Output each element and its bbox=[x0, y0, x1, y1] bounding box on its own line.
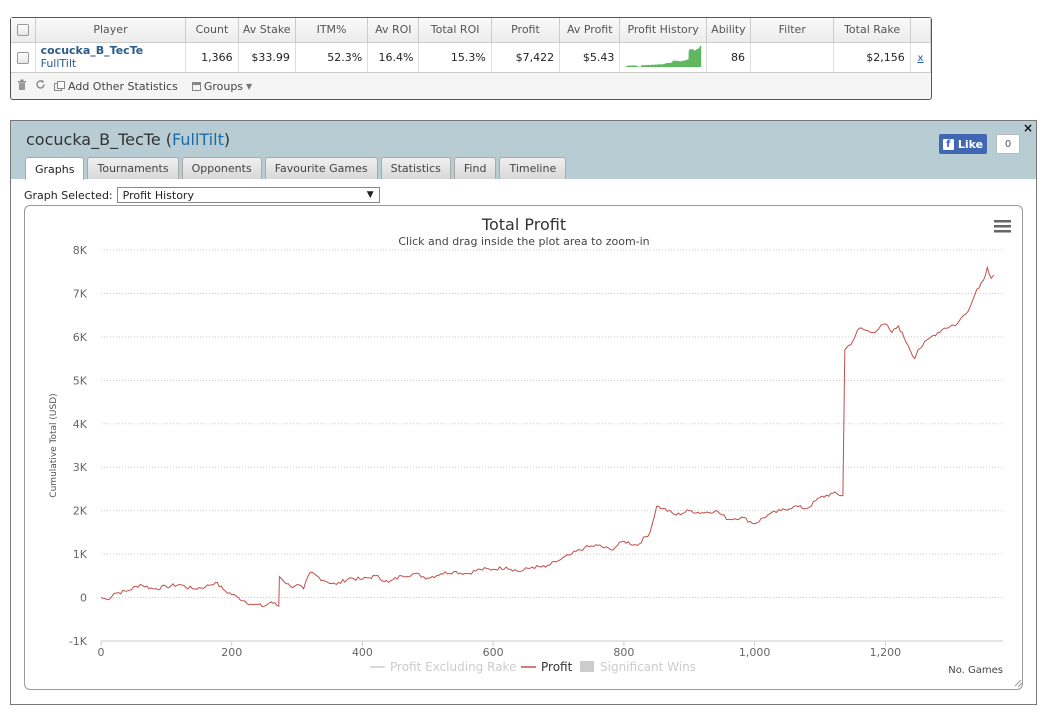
x-tick-label: 200 bbox=[221, 646, 242, 659]
cell-count: 1,366 bbox=[185, 42, 239, 73]
add-stats-icon bbox=[54, 81, 65, 91]
tab-graphs[interactable]: Graphs bbox=[25, 157, 85, 180]
column-header-total-rake[interactable]: Total Rake bbox=[833, 18, 911, 43]
window-site-link[interactable]: FullTilt bbox=[172, 130, 224, 149]
profit-sparkline bbox=[625, 44, 702, 67]
chevron-down-icon: ▼ bbox=[246, 81, 253, 91]
window-header: cocucka_B_TecTe (FullTilt) × f Like 0 Gr… bbox=[11, 121, 1036, 180]
cell-total-rake: $2,156 bbox=[833, 42, 911, 73]
column-header-empty bbox=[910, 18, 932, 43]
y-tick-label: 0 bbox=[80, 592, 87, 605]
table-row: cocucka_B_TecTe FullTilt 1,366 $33.99 52… bbox=[11, 42, 932, 73]
cell-filter bbox=[750, 42, 835, 73]
cell-av-roi: 16.4% bbox=[367, 42, 420, 73]
cell-total-roi: 15.3% bbox=[418, 42, 492, 73]
groups-icon bbox=[191, 81, 201, 91]
refresh-icon[interactable] bbox=[35, 79, 46, 93]
facebook-icon: f bbox=[942, 138, 954, 150]
sparkline-area bbox=[625, 44, 702, 67]
chart-title: Total Profit bbox=[481, 215, 566, 234]
tab-statistics[interactable]: Statistics bbox=[380, 157, 451, 179]
facebook-like-button[interactable]: f Like bbox=[939, 134, 987, 154]
player-window: cocucka_B_TecTe (FullTilt) × f Like 0 Gr… bbox=[10, 120, 1037, 705]
x-tick-label: 800 bbox=[613, 646, 634, 659]
column-header-av-profit[interactable]: Av Profit bbox=[559, 18, 621, 43]
stats-panel: Player Count Av Stake ITM% Av ROI Total … bbox=[10, 17, 932, 100]
add-other-statistics-label: Add Other Statistics bbox=[68, 79, 178, 93]
graph-select-dropdown[interactable]: Profit History ▼ bbox=[116, 187, 380, 203]
trash-icon[interactable] bbox=[17, 79, 27, 93]
cell-profit-history bbox=[619, 42, 707, 73]
total-profit-chart[interactable]: Total ProfitClick and drag inside the pl… bbox=[25, 206, 1023, 690]
x-tick-label: 1,000 bbox=[739, 646, 771, 659]
cell-ability: 86 bbox=[706, 42, 752, 73]
remove-row-link[interactable]: x bbox=[917, 53, 923, 64]
x-tick-label: 0 bbox=[98, 646, 105, 659]
window-close-paren: ) bbox=[223, 130, 231, 149]
column-header-av-roi[interactable]: Av ROI bbox=[367, 18, 420, 43]
player-site-link[interactable]: FullTilt bbox=[41, 57, 181, 70]
y-tick-label: 8K bbox=[73, 244, 88, 257]
cell-av-stake: $33.99 bbox=[238, 42, 296, 73]
y-axis-label: Cumulative Total (USD) bbox=[49, 393, 59, 497]
window-title: cocucka_B_TecTe (FullTilt) bbox=[26, 130, 230, 149]
column-header-profit-history[interactable]: Profit History bbox=[619, 18, 707, 43]
groups-dropdown[interactable]: Groups ▼ bbox=[191, 79, 253, 93]
y-tick-label: 6K bbox=[73, 331, 88, 344]
graph-select-value: Profit History bbox=[122, 188, 194, 202]
window-player-name: cocucka_B_TecTe bbox=[26, 130, 161, 149]
chart-subtitle: Click and drag inside the plot area to z… bbox=[398, 235, 649, 248]
y-tick-label: 2K bbox=[73, 505, 88, 518]
graph-select-row: Graph Selected: Profit History ▼ bbox=[24, 187, 380, 203]
tab-tournaments[interactable]: Tournaments bbox=[87, 157, 179, 179]
row-checkbox[interactable] bbox=[11, 42, 36, 73]
graph-selected-label: Graph Selected: bbox=[24, 188, 113, 202]
player-name-link[interactable]: cocucka_B_TecTe bbox=[41, 44, 181, 57]
add-other-statistics-button[interactable]: Add Other Statistics bbox=[54, 80, 178, 93]
column-header-count[interactable]: Count bbox=[185, 18, 239, 43]
x-tick-label: 400 bbox=[352, 646, 373, 659]
close-icon[interactable]: × bbox=[1023, 121, 1033, 135]
column-header-total-roi[interactable]: Total ROI bbox=[418, 18, 492, 43]
tab-timeline[interactable]: Timeline bbox=[499, 157, 567, 179]
y-tick-label: 4K bbox=[73, 418, 88, 431]
select-all-checkbox[interactable] bbox=[11, 18, 36, 43]
dropdown-arrow-icon: ▼ bbox=[366, 190, 374, 200]
y-tick-label: 5K bbox=[73, 374, 88, 387]
like-count: 0 bbox=[996, 134, 1020, 154]
resize-handle-icon bbox=[1014, 679, 1022, 688]
x-tick-label: 1,200 bbox=[870, 646, 902, 659]
column-header-filter[interactable]: Filter bbox=[750, 18, 835, 43]
legend-profit: Profit bbox=[541, 660, 573, 674]
legend-significant-wins: Significant Wins bbox=[600, 660, 696, 674]
column-header-av-stake[interactable]: Av Stake bbox=[238, 18, 296, 43]
chart-menu-icon[interactable] bbox=[994, 220, 1011, 233]
y-tick-label: 3K bbox=[73, 461, 88, 474]
groups-label: Groups bbox=[203, 79, 244, 93]
like-label: Like bbox=[957, 137, 984, 151]
x-tick-label: 600 bbox=[483, 646, 504, 659]
column-header-player[interactable]: Player bbox=[35, 18, 187, 43]
column-header-itm[interactable]: ITM% bbox=[295, 18, 369, 43]
chart-container[interactable]: Total Profit Click and drag inside the pl… bbox=[24, 205, 1023, 690]
y-tick-label: -1K bbox=[69, 635, 88, 648]
tab-opponents[interactable]: Opponents bbox=[181, 157, 262, 179]
cell-av-profit: $5.43 bbox=[559, 42, 621, 73]
column-header-profit[interactable]: Profit bbox=[491, 18, 561, 43]
x-axis-label: No. Games bbox=[948, 665, 1003, 676]
legend-profit-excluding-rake: Profit Excluding Rake bbox=[390, 660, 516, 674]
tab-find[interactable]: Find bbox=[453, 157, 497, 179]
y-tick-label: 7K bbox=[73, 287, 88, 300]
stats-table: Player Count Av Stake ITM% Av ROI Total … bbox=[11, 18, 932, 73]
column-header-ability[interactable]: Ability bbox=[706, 18, 752, 43]
legend-symbol-significant-wins bbox=[580, 661, 594, 672]
cell-itm: 52.3% bbox=[295, 42, 369, 73]
y-tick-label: 1K bbox=[73, 548, 88, 561]
profit-series-line bbox=[100, 265, 995, 608]
stats-toolbar: Add Other Statistics Groups ▼ bbox=[11, 73, 931, 100]
tab-bar: Graphs Tournaments Opponents Favourite G… bbox=[25, 157, 567, 180]
cell-profit: $7,422 bbox=[491, 42, 561, 73]
tab-favourite-games[interactable]: Favourite Games bbox=[264, 157, 378, 179]
